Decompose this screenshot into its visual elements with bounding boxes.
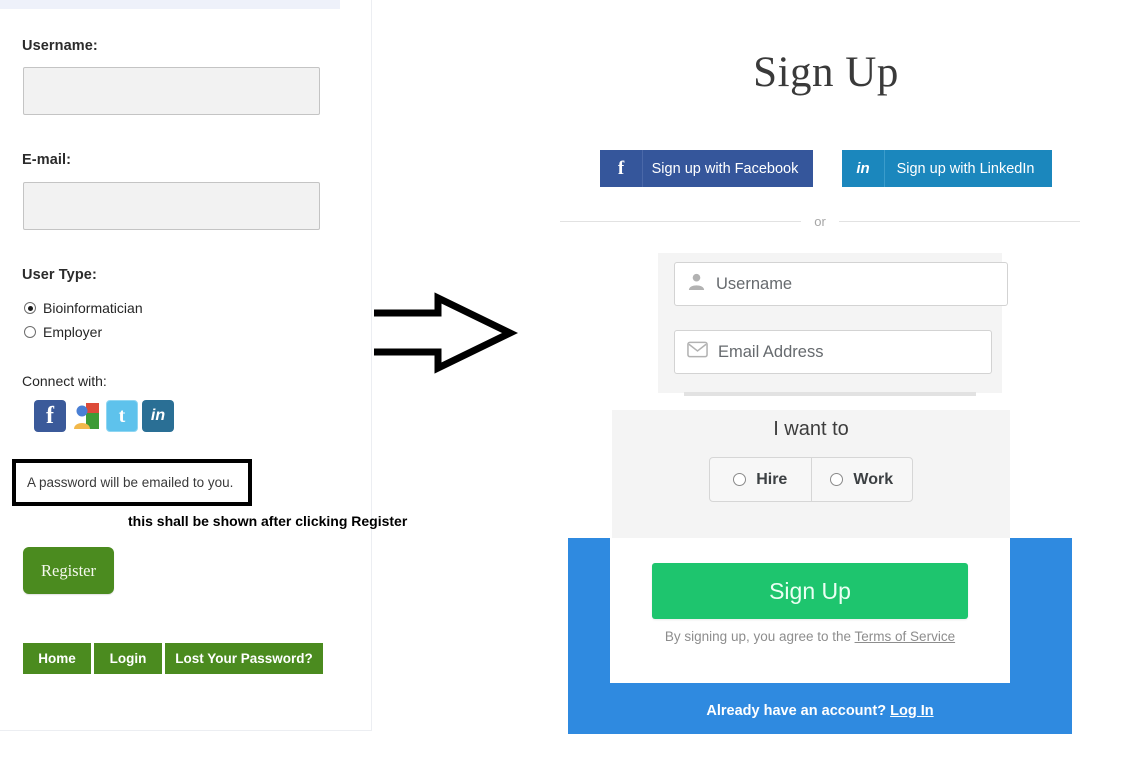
linkedin-glyph: in [150, 407, 166, 424]
intent-option-hire[interactable]: Hire [710, 458, 811, 501]
sign-up-button[interactable]: Sign Up [652, 563, 968, 619]
username-placeholder: Username [716, 274, 793, 293]
facebook-glyph: f [46, 402, 54, 429]
email-placeholder: Email Address [718, 342, 824, 361]
linkedin-icon: in [842, 150, 885, 187]
linkedin-icon[interactable]: in [142, 400, 174, 432]
intent-title: I want to [773, 418, 849, 440]
social-connect-strip: f t in [34, 400, 174, 432]
facebook-signup-label: Sign up with Facebook [651, 160, 799, 177]
password-note-text: A password will be emailed to you. [27, 475, 234, 490]
username-input[interactable] [23, 67, 320, 115]
already-account-line: Already have an account? Log In [568, 703, 1072, 719]
user-type-option-label: Employer [43, 324, 103, 340]
intent-option-label: Work [853, 470, 894, 488]
footer-nav-buttons: Home Login Lost Your Password? [23, 643, 323, 674]
linkedin-signup-button[interactable]: in Sign up with LinkedIn [842, 150, 1052, 187]
google-plus-icon[interactable] [70, 400, 102, 432]
callout-annotation-text: this shall be shown after clicking Regis… [128, 513, 408, 529]
facebook-icon: f [600, 150, 643, 187]
log-in-link[interactable]: Log In [890, 703, 934, 719]
home-button-label: Home [38, 651, 76, 666]
sign-up-button-label: Sign Up [769, 577, 851, 604]
divider-label: or [814, 214, 826, 229]
login-button-label: Login [109, 651, 147, 666]
home-button[interactable]: Home [23, 643, 91, 674]
connect-with-label: Connect with: [22, 373, 107, 389]
register-button[interactable]: Register [23, 547, 114, 594]
user-type-option-label: Bioinformatician [43, 300, 143, 316]
already-account-text: Already have an account? [706, 703, 891, 719]
person-icon [687, 272, 706, 296]
intent-toggle-group: Hire Work [709, 457, 913, 502]
intent-option-label: Hire [756, 470, 788, 488]
intent-block: I want to Hire Work [612, 410, 1010, 540]
signup-fields-block: Username Email Address [658, 253, 1008, 393]
twitter-icon[interactable]: t [106, 400, 138, 432]
radio-icon-hire[interactable] [733, 473, 747, 486]
email-input[interactable]: Email Address [674, 330, 992, 374]
user-type-option-employer[interactable]: Employer [24, 324, 102, 340]
intent-option-work[interactable]: Work [810, 458, 913, 501]
right-arrow-annotation [370, 288, 520, 378]
page-title: Sign Up [753, 49, 899, 96]
user-type-label: User Type: [22, 267, 97, 283]
or-divider: or [560, 214, 1080, 229]
facebook-icon[interactable]: f [34, 400, 66, 432]
divider-rule-right [838, 221, 1080, 222]
linkedin-signup-label: Sign up with LinkedIn [896, 160, 1035, 177]
register-button-label: Register [41, 560, 96, 580]
username-input[interactable]: Username [674, 262, 1008, 306]
radio-icon-employer[interactable] [24, 326, 36, 338]
radio-icon-bioinformatician[interactable] [24, 302, 36, 314]
twitter-glyph: t [118, 404, 126, 427]
user-type-option-bioinformatician[interactable]: Bioinformatician [24, 300, 143, 316]
divider-rule-left [560, 221, 802, 222]
lost-password-button[interactable]: Lost Your Password? [165, 643, 323, 674]
terms-text: By signing up, you agree to the [664, 629, 855, 644]
terms-line: By signing up, you agree to the Terms of… [610, 629, 1010, 644]
top-accent-bar [0, 0, 340, 9]
email-input[interactable] [23, 182, 320, 230]
envelope-icon [687, 341, 708, 363]
login-button[interactable]: Login [94, 643, 162, 674]
lost-password-button-label: Lost Your Password? [175, 651, 313, 666]
facebook-signup-button[interactable]: f Sign up with Facebook [600, 150, 813, 187]
username-label: Username: [22, 38, 98, 54]
section-separator [684, 392, 976, 396]
signup-cta-card: Sign Up By signing up, you agree to the … [610, 538, 1010, 683]
password-note-callout: A password will be emailed to you. [12, 459, 252, 506]
terms-of-service-link[interactable]: Terms of Service [855, 629, 956, 644]
email-label: E-mail: [22, 152, 72, 168]
radio-icon-work[interactable] [830, 473, 844, 486]
